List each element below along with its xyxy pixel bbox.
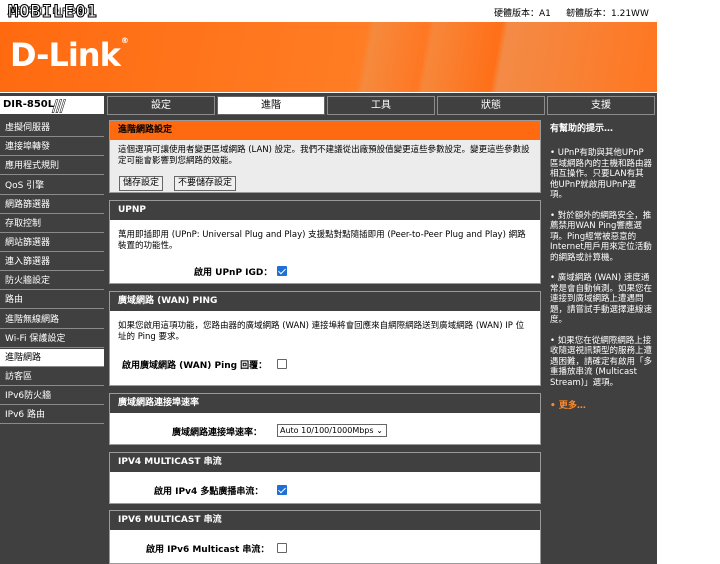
tab-tools[interactable]: 工具 <box>327 96 435 115</box>
wan-ping-header: 廣域網路 (WAN) PING <box>110 292 540 311</box>
hardware-version: 硬體版本：A1 <box>494 9 551 19</box>
more-link[interactable]: • 更多… <box>550 398 652 411</box>
wan-ping-enable-checkbox[interactable] <box>277 359 287 369</box>
wan-speed-section: 廣域網路連接埠速率 廣域網路連接埠速率： Auto 10/100/1000Mbp… <box>109 393 541 445</box>
sidebar-item-ipv6-routing[interactable]: IPv6 路由 <box>0 406 104 424</box>
ipv4-multicast-section: IPV4 MULTICAST 串流 啟用 IPv4 多點廣播串流： <box>109 452 541 504</box>
dont-save-settings-button[interactable]: 不要儲存設定 <box>174 176 237 191</box>
intro-section: 進階網路設定 這個選項可讓使用者變更區域網路 (LAN) 設定。我們不建議從出廠… <box>109 120 541 193</box>
tab-setup[interactable]: 設定 <box>107 96 215 115</box>
ipv4-multicast-label: 啟用 IPv4 多點廣播串流： <box>154 487 264 497</box>
brand-banner: D-Link® <box>0 22 657 92</box>
top-info-bar: 產品頁面：DIR-850L MOBILE01 硬體版本：A1 韌體版本：1.21… <box>0 0 657 23</box>
upnp-header: UPNP <box>110 201 540 220</box>
upnp-section: UPNP 萬用即插即用 (UPnP: Universal Plug and Pl… <box>109 200 541 284</box>
save-settings-button[interactable]: 儲存設定 <box>119 176 164 191</box>
ipv6-multicast-header: IPV6 MULTICAST 串流 <box>110 511 540 530</box>
sidebar-item-routing[interactable]: 路由 <box>0 291 104 309</box>
sidebar: 虛擬伺服器 連接埠轉發 應用程式規則 QoS 引擎 網路篩選器 存取控制 網站篩… <box>0 117 104 564</box>
page-margin <box>657 0 720 564</box>
wan-speed-label: 廣域網路連接埠速率： <box>172 428 263 438</box>
sidebar-item-guest-zone[interactable]: 訪客區 <box>0 368 104 386</box>
sidebar-item-network-filter[interactable]: 網路篩選器 <box>0 196 104 214</box>
sidebar-item-inbound-filter[interactable]: 連入篩選器 <box>0 253 104 271</box>
slash-decoration-icon: /// <box>52 96 66 116</box>
wan-speed-header: 廣域網路連接埠速率 <box>110 394 540 413</box>
sidebar-item-advanced-wireless[interactable]: 進階無線網路 <box>0 311 104 329</box>
nav-row: DIR-850L /// 設定 進階 工具 狀態 支援 <box>0 93 657 117</box>
upnp-enable-checkbox[interactable] <box>277 266 287 276</box>
main-content: 進階網路設定 這個選項可讓使用者變更區域網路 (LAN) 設定。我們不建議從出廠… <box>104 117 545 564</box>
tab-advanced[interactable]: 進階 <box>217 96 325 115</box>
sidebar-item-wps[interactable]: Wi-Fi 保護設定 <box>0 330 104 348</box>
ipv4-multicast-header: IPV4 MULTICAST 串流 <box>110 453 540 472</box>
help-panel: 有幫助的提示… • UPnP有助與其他UPnP區域網路內的主機和路由器相互操作。… <box>545 117 657 564</box>
upnp-enable-label: 啟用 UPnP IGD： <box>194 268 273 278</box>
help-tip-wan-speed: • 廣域網路 (WAN) 速度通常是會自動偵測。如果您在連接到廣域網路上遭遇問題… <box>550 273 653 325</box>
sidebar-item-access-control[interactable]: 存取控制 <box>0 215 104 233</box>
model-label: DIR-850L /// <box>0 96 104 116</box>
ipv6-multicast-checkbox[interactable] <box>277 543 287 553</box>
wan-ping-text: 如果您啟用這項功能，您路由器的廣域網路 (WAN) 連接埠將會回應來自網際網路送… <box>118 321 525 342</box>
ipv6-multicast-label: 啟用 IPv6 Multicast 串流： <box>146 545 270 555</box>
sidebar-item-application-rules[interactable]: 應用程式規則 <box>0 157 104 175</box>
sidebar-item-port-forwarding[interactable]: 連接埠轉發 <box>0 138 104 156</box>
ipv6-multicast-section: IPV6 MULTICAST 串流 啟用 IPv6 Multicast 串流： <box>109 510 541 564</box>
dlink-logo: D-Link® <box>10 36 129 74</box>
wan-speed-select[interactable]: Auto 10/100/1000Mbps ⌄ <box>277 424 387 437</box>
help-tip-wan-ping: • 對於額外的網路安全，推薦禁用WAN Ping響應選項。Ping經常被惡意的I… <box>550 210 652 263</box>
firmware-version: 韌體版本：1.21WW <box>566 9 649 19</box>
sidebar-item-firewall-settings[interactable]: 防火牆設定 <box>0 272 104 290</box>
tab-support[interactable]: 支援 <box>547 96 655 115</box>
wan-ping-section: 廣域網路 (WAN) PING 如果您啟用這項功能，您路由器的廣域網路 (WAN… <box>109 291 541 386</box>
sidebar-item-website-filter[interactable]: 網站篩選器 <box>0 234 104 252</box>
ipv4-multicast-checkbox[interactable] <box>277 485 287 495</box>
help-tip-multicast: • 如果您在從網際網路上接收隨選視訊類型的服務上遭遇困難，請確定有啟用「多重播放… <box>550 335 653 388</box>
sidebar-item-advanced-network[interactable]: 進階網路 <box>0 349 104 367</box>
intro-text: 這個選項可讓使用者變更區域網路 (LAN) 設定。我們不建議從出廠預設值變更這些… <box>118 145 530 166</box>
help-tip-upnp: • UPnP有助與其他UPnP區域網路內的主機和路由器相互操作。只要LAN有其他… <box>550 148 653 200</box>
tab-status[interactable]: 狀態 <box>437 96 545 115</box>
sidebar-item-qos-engine[interactable]: QoS 引擎 <box>0 177 104 195</box>
chevron-down-icon: ⌄ <box>376 426 383 435</box>
sidebar-item-virtual-server[interactable]: 虛擬伺服器 <box>0 119 104 137</box>
help-title: 有幫助的提示… <box>550 124 614 134</box>
intro-title: 進階網路設定 <box>110 121 540 140</box>
sidebar-item-ipv6-firewall[interactable]: IPv6防火牆 <box>0 387 104 405</box>
watermark-logo: MOBILE01 <box>8 2 98 23</box>
wan-ping-enable-label: 啟用廣域網路 (WAN) Ping 回覆： <box>122 361 268 371</box>
upnp-text: 萬用即插即用 (UPnP: Universal Plug and Play) 支… <box>118 230 526 251</box>
